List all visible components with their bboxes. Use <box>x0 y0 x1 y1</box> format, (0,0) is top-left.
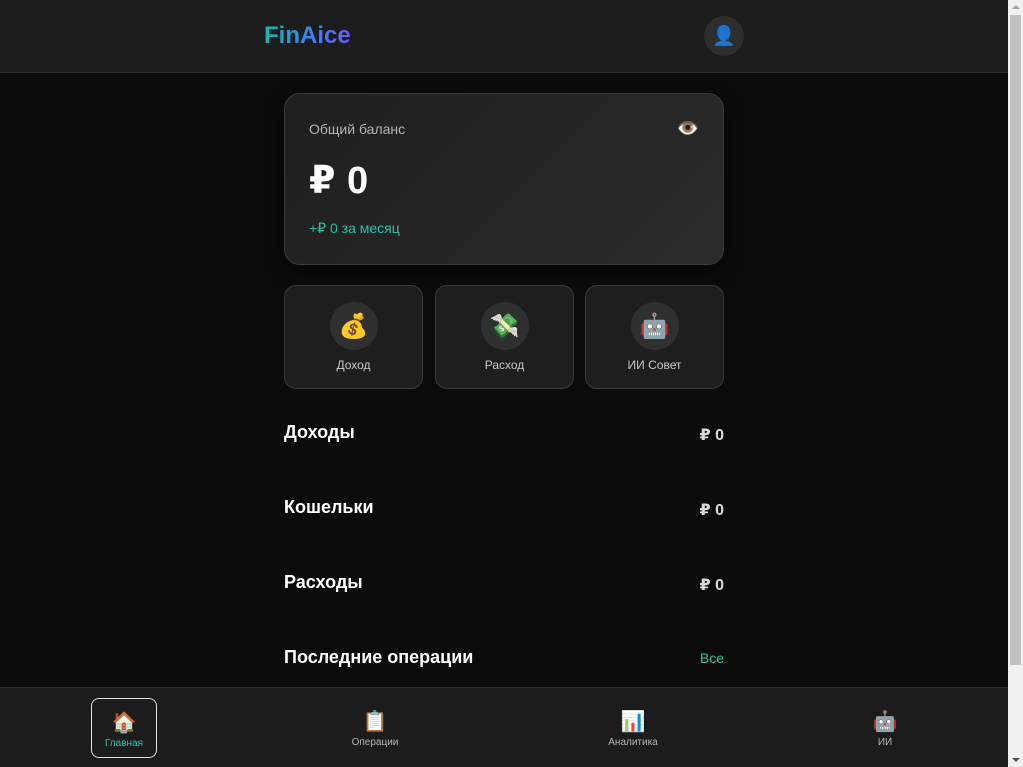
wallets-title: Кошельки <box>284 497 374 517</box>
nav-item-home[interactable]: 🏠 Главная <box>91 698 157 758</box>
balance-label: Общий баланс <box>309 121 406 137</box>
scrollbar-thumb[interactable] <box>1010 15 1021 665</box>
wallets-section[interactable]: Кошельки ₽ 0 <box>284 497 724 521</box>
nav-label-home: Главная <box>104 738 144 749</box>
money-wings-icon: 💸 <box>480 302 529 350</box>
balance-amount: ₽ 0 <box>309 160 369 202</box>
add-expense-button[interactable]: 💸 Расход <box>435 285 574 389</box>
nav-item-analytics[interactable]: 📊 Аналитика <box>578 698 688 758</box>
nav-item-ai[interactable]: 🤖 ИИ <box>830 698 940 758</box>
home-icon: 🏠 <box>111 712 137 734</box>
bottom-navigation: 🏠 Главная 📋 Операции 📊 Аналитика 🤖 ИИ <box>0 687 1008 767</box>
nav-item-operations[interactable]: 📋 Операции <box>320 698 430 758</box>
expenses-section[interactable]: Расходы ₽ 0 <box>284 572 724 596</box>
add-income-label: Доход <box>336 358 371 372</box>
nav-label-operations: Операции <box>351 737 399 748</box>
robot-icon: 🤖 <box>872 711 898 733</box>
app-logo[interactable]: FinAice <box>264 21 351 51</box>
add-income-button[interactable]: 💰 Доход <box>284 285 423 389</box>
bar-chart-icon: 📊 <box>620 711 646 733</box>
robot-icon: 🤖 <box>630 302 679 350</box>
add-expense-label: Расход <box>484 358 525 372</box>
scroll-up-arrow-icon[interactable] <box>1008 0 1023 15</box>
eye-icon[interactable]: 👁️ <box>677 118 699 139</box>
recent-operations-title: Последние операции <box>284 647 474 667</box>
ai-advice-button[interactable]: 🤖 ИИ Совет <box>585 285 724 389</box>
nav-label-analytics: Аналитика <box>608 737 658 748</box>
ai-advice-label: ИИ Совет <box>627 358 682 372</box>
app-viewport: FinAice 👤 Общий баланс 👁️ ₽ 0 +₽ 0 за ме… <box>0 0 1008 767</box>
view-all-link[interactable]: Все <box>700 650 724 666</box>
money-bag-icon: 💰 <box>329 302 378 350</box>
header: FinAice 👤 <box>0 0 1008 73</box>
user-icon: 👤 <box>712 26 736 47</box>
expenses-title: Расходы <box>284 572 363 592</box>
expenses-total: ₽ 0 <box>699 577 724 594</box>
wallets-total: ₽ 0 <box>699 502 724 519</box>
profile-button[interactable]: 👤 <box>704 16 744 56</box>
balance-monthly-change: +₽ 0 за месяц <box>309 220 400 236</box>
income-title: Доходы <box>284 422 355 442</box>
income-section[interactable]: Доходы ₽ 0 <box>284 422 724 446</box>
recent-operations-section: Последние операции Все <box>284 647 724 671</box>
page-scrollbar[interactable] <box>1008 0 1023 767</box>
scroll-down-arrow-icon[interactable] <box>1008 752 1023 767</box>
income-total: ₽ 0 <box>699 427 724 444</box>
clipboard-icon: 📋 <box>362 711 388 733</box>
balance-card: Общий баланс 👁️ ₽ 0 +₽ 0 за месяц <box>284 93 724 265</box>
nav-label-ai: ИИ <box>877 737 893 748</box>
